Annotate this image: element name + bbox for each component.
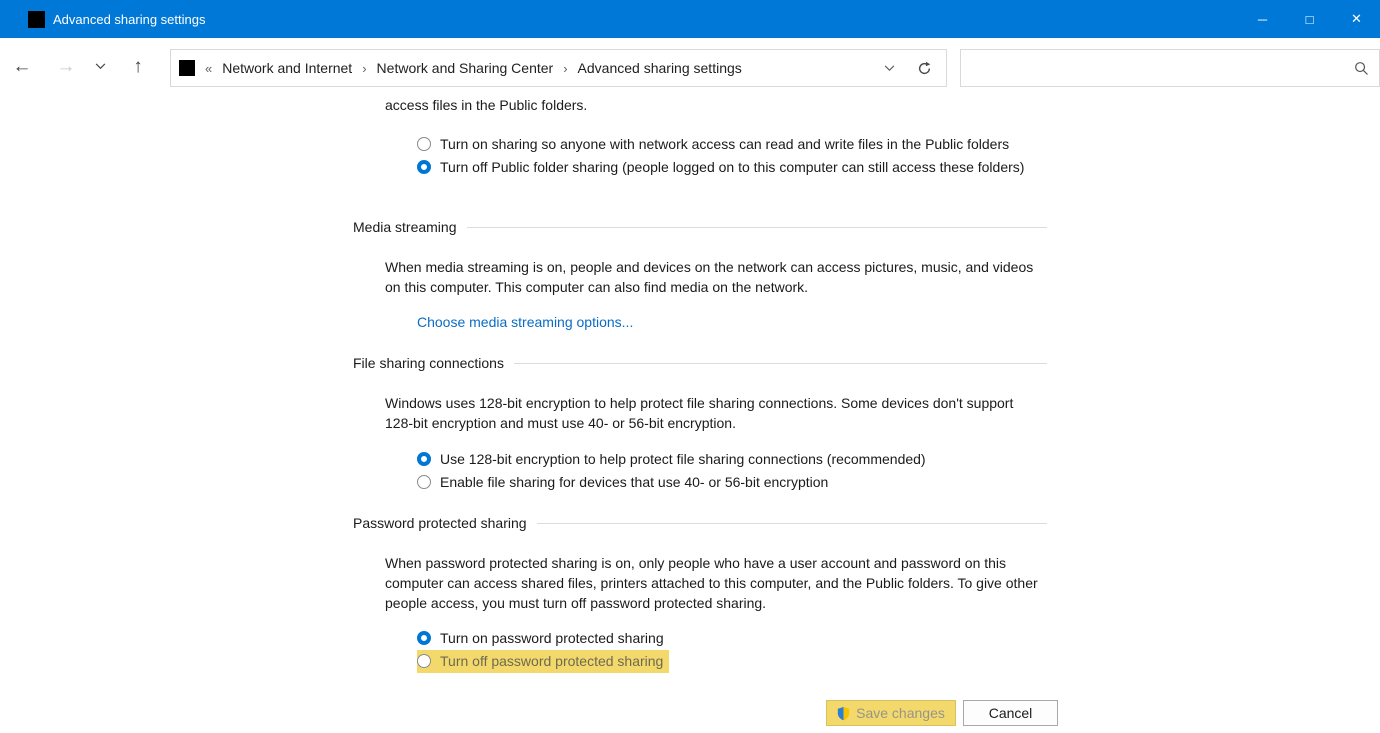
- radio-turn-on-public-sharing[interactable]: [417, 137, 431, 151]
- folder-icon: [179, 60, 195, 76]
- toolbar: ← → ↑ « Network and Internet › Network a…: [0, 38, 1380, 92]
- control-panel-window: Advanced sharing settings ─ □ ✕ ← → ↑ « …: [0, 0, 1380, 733]
- section-heading: Media streaming: [353, 219, 457, 235]
- radio-row-turn-on-password-sharing: Turn on password protected sharing: [417, 628, 664, 648]
- address-bar: « Network and Internet › Network and Sha…: [170, 49, 947, 87]
- window-controls: ─ □ ✕: [1239, 0, 1380, 38]
- window-title: Advanced sharing settings: [53, 12, 205, 27]
- section-password-protected-sharing: Password protected sharing: [353, 515, 1047, 531]
- radio-label[interactable]: Turn off Public folder sharing (people l…: [440, 157, 1024, 177]
- minimize-icon: ─: [1258, 12, 1267, 27]
- search-input[interactable]: [971, 60, 1354, 76]
- save-changes-button[interactable]: Save changes: [826, 700, 956, 726]
- save-changes-label: Save changes: [856, 705, 945, 721]
- minimize-button[interactable]: ─: [1239, 0, 1286, 38]
- titlebar: Advanced sharing settings ─ □ ✕: [0, 0, 1380, 38]
- maximize-icon: □: [1306, 12, 1314, 27]
- back-button[interactable]: ←: [6, 50, 38, 83]
- breadcrumb-separator-icon: ›: [553, 61, 577, 76]
- choose-media-streaming-options-link[interactable]: Choose media streaming options...: [417, 314, 633, 330]
- search-icon[interactable]: [1354, 61, 1369, 76]
- close-icon: ✕: [1351, 11, 1362, 27]
- section-file-sharing-connections: File sharing connections: [353, 355, 1047, 371]
- refresh-icon: [917, 61, 932, 76]
- radio-row-turn-on-public-sharing: Turn on sharing so anyone with network a…: [417, 134, 1009, 154]
- radio-row-turn-off-public-sharing: Turn off Public folder sharing (people l…: [417, 157, 1024, 177]
- radio-label[interactable]: Turn off password protected sharing: [440, 651, 663, 671]
- radio-label[interactable]: Use 128-bit encryption to help protect f…: [440, 449, 926, 469]
- breadcrumb-overflow-icon[interactable]: «: [205, 61, 212, 76]
- up-button[interactable]: ↑: [122, 50, 154, 83]
- radio-label[interactable]: Turn on password protected sharing: [440, 628, 664, 648]
- up-icon: ↑: [133, 56, 143, 78]
- radio-row-turn-off-password-sharing: Turn off password protected sharing: [417, 650, 669, 673]
- refresh-button[interactable]: [911, 61, 938, 76]
- breadcrumb-network-and-sharing-center[interactable]: Network and Sharing Center: [377, 60, 554, 76]
- section-rule: [514, 363, 1047, 364]
- radio-label[interactable]: Enable file sharing for devices that use…: [440, 472, 828, 492]
- breadcrumb-advanced-sharing-settings[interactable]: Advanced sharing settings: [578, 60, 742, 76]
- search-box: [960, 49, 1380, 87]
- cancel-button[interactable]: Cancel: [963, 700, 1058, 726]
- section-rule: [467, 227, 1048, 228]
- app-icon: [28, 11, 45, 28]
- recent-pages-button[interactable]: [90, 50, 110, 83]
- radio-40-56bit-encryption[interactable]: [417, 475, 431, 489]
- radio-turn-on-password-sharing[interactable]: [417, 631, 431, 645]
- radio-128bit-encryption[interactable]: [417, 452, 431, 466]
- breadcrumb-network-and-internet[interactable]: Network and Internet: [222, 60, 352, 76]
- section-media-streaming: Media streaming: [353, 219, 1047, 235]
- radio-row-40-56bit-encryption: Enable file sharing for devices that use…: [417, 472, 828, 492]
- section-rule: [537, 523, 1047, 524]
- clipped-text-line: access files in the Public folders.: [385, 97, 587, 113]
- address-dropdown-button[interactable]: [868, 65, 911, 72]
- radio-row-128bit-encryption: Use 128-bit encryption to help protect f…: [417, 449, 926, 469]
- forward-icon: →: [57, 56, 76, 78]
- password-protected-description: When password protected sharing is on, o…: [385, 553, 1050, 613]
- chevron-down-icon: [884, 65, 895, 72]
- radio-turn-off-password-sharing[interactable]: [417, 654, 431, 668]
- breadcrumb-separator-icon: ›: [352, 61, 376, 76]
- file-sharing-description: Windows uses 128-bit encryption to help …: [385, 393, 1040, 433]
- maximize-button[interactable]: □: [1286, 0, 1333, 38]
- radio-turn-off-public-sharing[interactable]: [417, 160, 431, 174]
- forward-button[interactable]: →: [50, 50, 82, 83]
- back-icon: ←: [13, 56, 32, 78]
- section-heading: File sharing connections: [353, 355, 504, 371]
- uac-shield-icon: [837, 706, 850, 721]
- close-button[interactable]: ✕: [1333, 0, 1380, 38]
- chevron-down-icon: [95, 63, 106, 70]
- media-streaming-description: When media streaming is on, people and d…: [385, 257, 1040, 297]
- section-heading: Password protected sharing: [353, 515, 527, 531]
- cancel-label: Cancel: [989, 705, 1033, 721]
- radio-label[interactable]: Turn on sharing so anyone with network a…: [440, 134, 1009, 154]
